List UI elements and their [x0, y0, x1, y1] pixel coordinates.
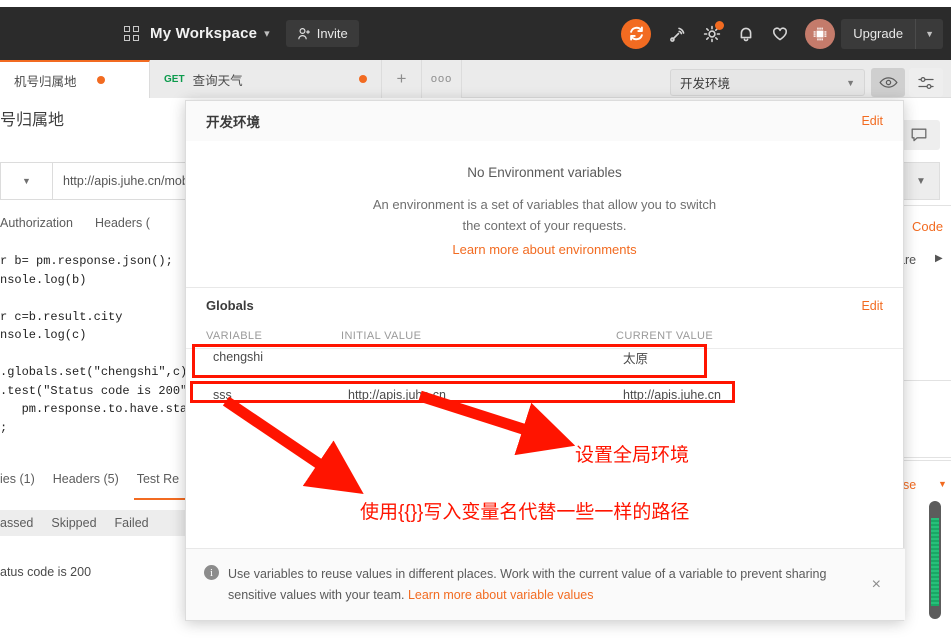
script-editor[interactable]: r b= pm.response.json(); nsole.log(b) r …: [0, 252, 209, 437]
top-toolbar: My Workspace ▾ Invite Upgrade ▼: [0, 7, 951, 60]
tab-test-results[interactable]: Test Re: [137, 472, 179, 486]
code-line-1: nsole.log(b): [0, 272, 87, 287]
upgrade-button[interactable]: Upgrade ▼: [841, 18, 943, 49]
request-tab-0[interactable]: 机号归属地: [0, 60, 150, 98]
unsaved-dot-icon: [359, 75, 367, 83]
column-variable: VARIABLE: [206, 329, 263, 342]
request-section-tabs: Authorization Headers (: [0, 216, 172, 230]
chip-icon[interactable]: [805, 18, 836, 49]
save-response-caret-icon[interactable]: ▼: [938, 479, 947, 489]
request-tab-label: 机号归属地: [14, 74, 77, 89]
code-line-6: .globals.set("chengshi",c);: [0, 365, 195, 379]
workspace-name[interactable]: My Workspace: [150, 25, 257, 42]
topbar-left-group: My Workspace ▾ Invite: [124, 20, 359, 47]
filter-failed[interactable]: Failed: [115, 516, 149, 530]
upgrade-label: Upgrade: [853, 26, 904, 41]
invite-label: Invite: [316, 26, 348, 41]
edit-globals-link[interactable]: Edit: [861, 299, 883, 313]
panel-divider: [898, 205, 951, 206]
annotation-note-2: 使用{{}}写入变量名代替一些一样的路径: [360, 502, 690, 523]
chevron-down-icon[interactable]: ▾: [264, 27, 270, 40]
globals-title: Globals: [206, 298, 254, 313]
save-options-caret-icon[interactable]: ▼: [902, 162, 940, 200]
chevron-down-icon: ▼: [846, 77, 855, 88]
http-method-select[interactable]: ▼: [1, 163, 53, 199]
url-bar: ▼ http://apis.juhe.cn/mob: [0, 162, 200, 200]
close-icon[interactable]: ×: [866, 570, 887, 600]
code-line-0: r b= pm.response.json();: [0, 254, 173, 268]
environment-header: 开发环境 Edit: [186, 101, 903, 141]
person-add-icon: [297, 27, 310, 39]
background-panel: [898, 380, 951, 458]
invite-button[interactable]: Invite: [285, 20, 359, 47]
sync-icon[interactable]: [621, 18, 652, 49]
environment-empty-state: No Environment variables An environment …: [186, 141, 903, 287]
tab-cookies[interactable]: ies (1): [0, 472, 35, 486]
tab-response-headers[interactable]: Headers (5): [53, 472, 119, 486]
panel-divider: [898, 460, 951, 461]
comment-icon[interactable]: [898, 120, 940, 150]
empty-state-title: No Environment variables: [467, 165, 622, 180]
response-section-tabs: ies (1) Headers (5) Test Re: [0, 472, 197, 486]
gear-icon[interactable]: [695, 17, 729, 51]
environment-selected-label: 开发环境: [680, 77, 731, 91]
filter-passed[interactable]: assed: [0, 516, 33, 530]
topbar-right-group: Upgrade ▼: [621, 17, 943, 51]
url-input[interactable]: http://apis.juhe.cn/mob: [53, 174, 189, 188]
code-line-9: ;: [0, 420, 8, 435]
tab-authorization[interactable]: Authorization: [0, 216, 73, 230]
learn-more-variable-values-link[interactable]: Learn more about variable values: [408, 588, 594, 602]
request-tab-label: 查询天气: [192, 73, 243, 88]
notification-badge: [715, 20, 725, 30]
empty-state-description: An environment is a set of variables tha…: [372, 197, 717, 233]
environment-name: 开发环境: [206, 115, 260, 130]
code-line-3: r c=b.result.city: [0, 309, 123, 324]
annotation-highlight-box-1: [192, 344, 707, 378]
environment-bar: 开发环境 ▼: [670, 68, 943, 97]
annotation-highlight-box-2: [190, 381, 735, 403]
satellite-icon[interactable]: [661, 17, 695, 51]
learn-more-environments-link[interactable]: Learn more about environments: [452, 242, 636, 257]
request-title: 号归属地: [0, 112, 65, 129]
tab-headers[interactable]: Headers (: [95, 216, 150, 230]
globals-header: Globals Edit: [186, 287, 903, 323]
footer-text: Use variables to reuse values in differe…: [228, 564, 858, 606]
edit-environment-link[interactable]: Edit: [861, 114, 883, 128]
tab-options-button[interactable]: ooo: [422, 60, 462, 98]
chevron-down-icon[interactable]: ▼: [915, 18, 943, 49]
new-tab-button[interactable]: +: [382, 60, 422, 98]
test-filter-bar: assed Skipped Failed: [0, 510, 200, 536]
modal-footer-info: i Use variables to reuse values in diffe…: [186, 548, 905, 620]
bell-icon[interactable]: [729, 17, 763, 51]
test-result-row: atus code is 200: [0, 565, 92, 579]
annotation-note-1: 设置全局环境: [575, 445, 690, 466]
filter-skipped[interactable]: Skipped: [51, 516, 96, 530]
column-current-value: CURRENT VALUE: [616, 329, 714, 342]
share-caret-icon[interactable]: ▶: [935, 253, 943, 264]
code-line-4: nsole.log(c): [0, 328, 87, 342]
code-line-8: pm.response.to.have.status: [0, 402, 209, 416]
eye-icon[interactable]: [871, 68, 905, 97]
unsaved-dot-icon: [96, 76, 105, 84]
column-initial-value: INITIAL VALUE: [341, 329, 422, 342]
environment-select[interactable]: 开发环境 ▼: [670, 69, 865, 96]
request-method-label: GET: [164, 73, 185, 85]
info-icon: i: [204, 565, 219, 580]
request-tab-1[interactable]: GET 查询天气: [150, 60, 382, 98]
workspace-grid-icon: [124, 25, 140, 42]
code-line-7: .test("Status code is 200",: [0, 383, 202, 398]
code-link[interactable]: Code: [912, 219, 943, 234]
heart-icon[interactable]: [763, 17, 797, 51]
response-scrollbar-thumb[interactable]: [931, 518, 939, 606]
sliders-icon[interactable]: [909, 68, 943, 97]
